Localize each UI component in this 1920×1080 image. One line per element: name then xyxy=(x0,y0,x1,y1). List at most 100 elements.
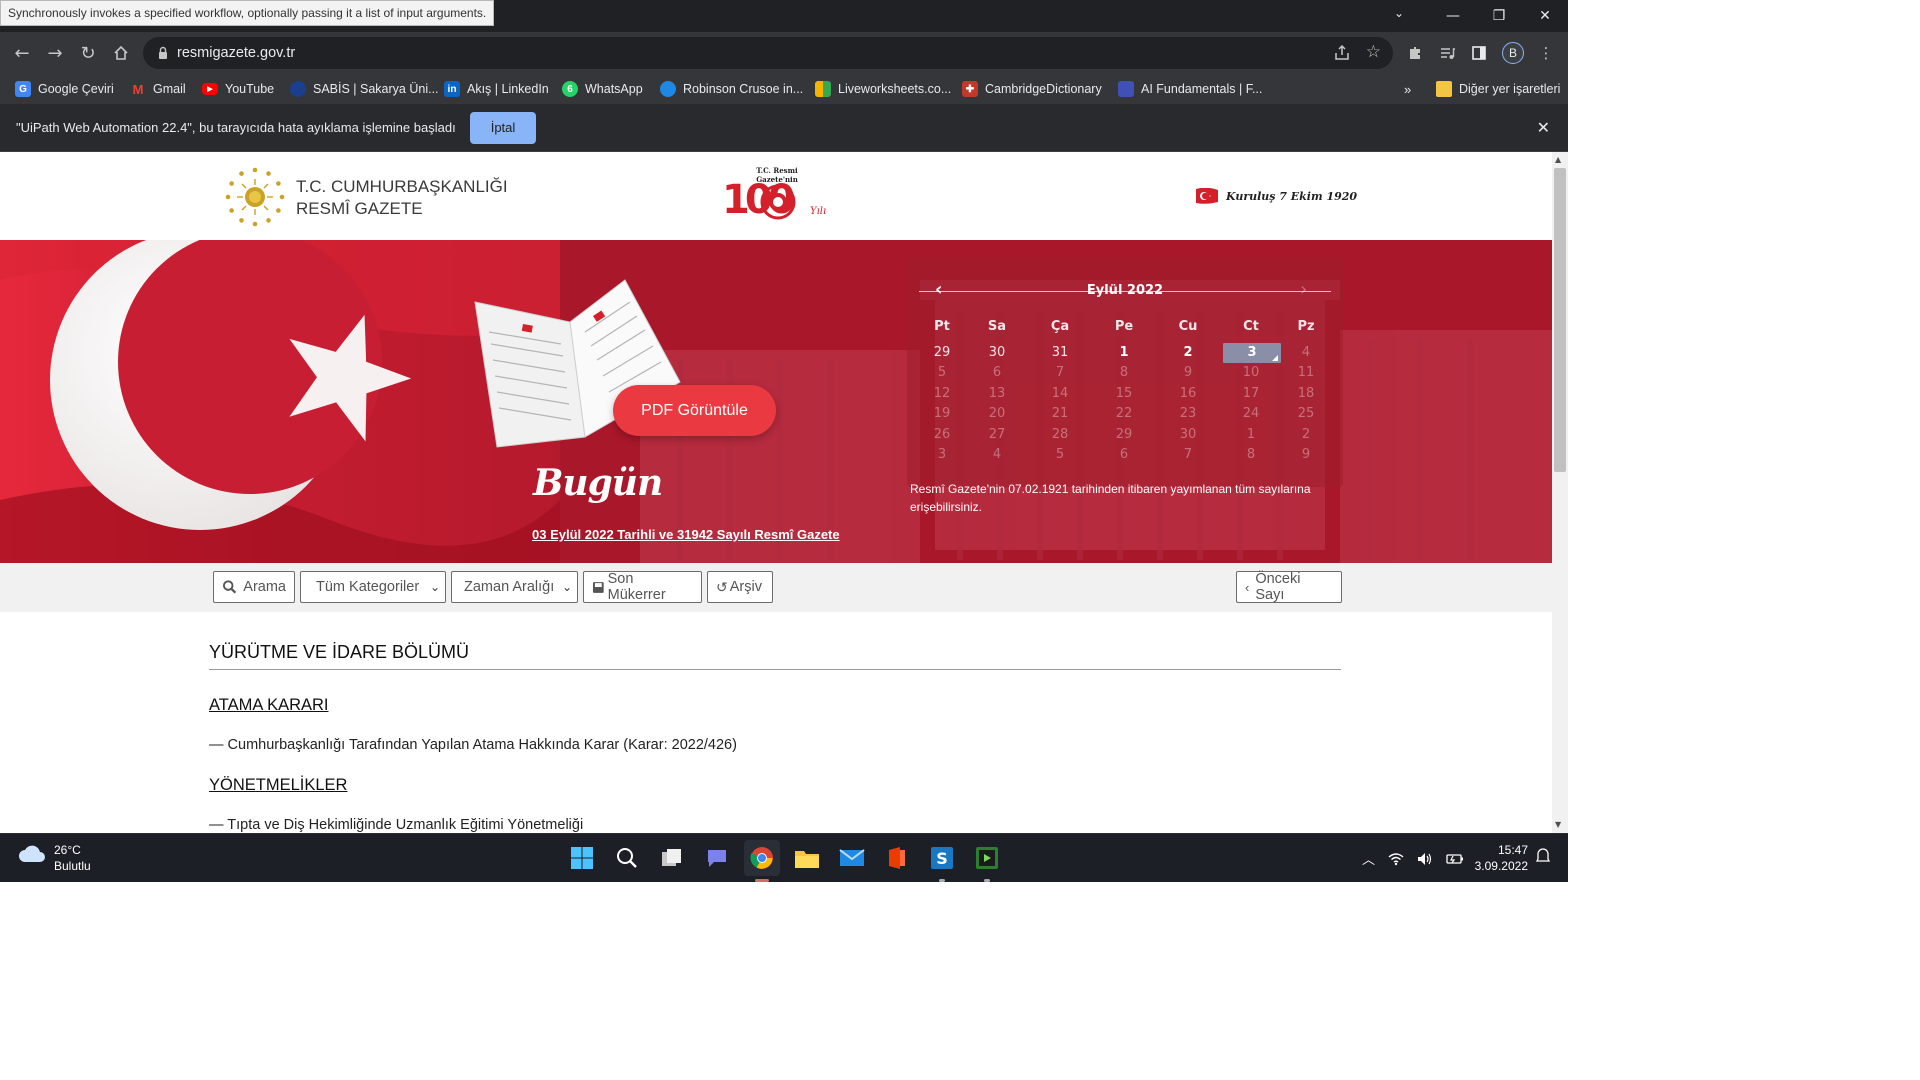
teams-chat-icon[interactable] xyxy=(699,840,735,876)
web-page: T.C. CUMHURBAŞKANLIĞI RESMÎ GAZETE T.C. … xyxy=(0,152,1552,833)
calendar-day: 28 xyxy=(1051,426,1069,442)
uipath-studio-icon[interactable]: S xyxy=(924,840,960,882)
more-bookmarks-button[interactable]: » xyxy=(1404,74,1411,104)
reload-button[interactable]: ↻ xyxy=(77,42,99,64)
extensions-icon[interactable] xyxy=(1406,44,1424,62)
uipath-assistant-icon[interactable] xyxy=(969,840,1005,882)
share-icon[interactable] xyxy=(1333,44,1351,62)
menu-kebab-icon[interactable]: ⋮ xyxy=(1537,44,1555,62)
volume-icon[interactable] xyxy=(1417,852,1433,866)
site-title[interactable]: T.C. CUMHURBAŞKANLIĞI RESMÎ GAZETE xyxy=(296,176,508,220)
calendar-day[interactable]: 30 xyxy=(967,343,1027,363)
subsection-appointment: ATAMA KARARI xyxy=(209,696,329,714)
calendar-day: 19 xyxy=(933,406,951,422)
history-icon: ↺ xyxy=(716,578,728,595)
task-view-icon[interactable] xyxy=(654,840,690,876)
centenary-seal-icon xyxy=(760,184,796,220)
calendar-day: 29 xyxy=(1115,426,1133,442)
system-clock[interactable]: 15:47 3.09.2022 xyxy=(1466,842,1528,874)
address-bar[interactable]: resmigazete.gov.tr ☆ xyxy=(143,37,1393,69)
calendar-day: 30 xyxy=(1179,426,1197,442)
date-range-select[interactable]: Zaman Aralığı ⌄ xyxy=(451,571,578,603)
bookmark-robinson-crusoe[interactable]: Robinson Crusoe in... xyxy=(660,74,803,104)
calendar-day: 18 xyxy=(1297,385,1315,401)
last-repeat-button[interactable]: Son Mükerrer xyxy=(583,571,702,603)
wifi-icon[interactable] xyxy=(1388,852,1404,866)
weather-widget[interactable]: 26°C Bulutlu xyxy=(18,842,91,874)
file-explorer-icon[interactable] xyxy=(789,840,825,876)
media-control-icon[interactable] xyxy=(1438,44,1456,62)
gmail-icon: M xyxy=(132,81,144,97)
forward-button[interactable]: → xyxy=(44,42,66,64)
other-bookmarks-folder[interactable]: Diğer yer işaretleri xyxy=(1436,74,1560,104)
centenary-logo[interactable]: T.C. Resmi Gazete'nin 100 Yılı xyxy=(720,166,832,230)
list-item[interactable]: — Cumhurbaşkanlığı Tarafından Yapılan At… xyxy=(209,737,737,753)
section-divider xyxy=(209,669,1341,670)
calendar-day: 4 xyxy=(992,447,1002,462)
globe-icon xyxy=(660,81,676,97)
calendar-day: 10 xyxy=(1242,365,1260,381)
bookmark-cambridge[interactable]: ✚ CambridgeDictionary xyxy=(962,74,1102,104)
calendar-day: 9 xyxy=(1301,447,1311,462)
close-icon[interactable]: ✕ xyxy=(1537,118,1550,137)
bookmark-youtube[interactable]: ▶ YouTube xyxy=(202,74,274,104)
url-text[interactable]: resmigazete.gov.tr xyxy=(177,37,295,69)
close-window-button[interactable]: ✕ xyxy=(1522,0,1568,32)
chevron-up-icon[interactable]: ︿ xyxy=(1362,849,1375,868)
scroll-up-icon[interactable]: ▲ xyxy=(1555,155,1561,164)
bookmark-liveworksheets[interactable]: Liveworksheets.co... xyxy=(815,74,951,104)
back-button[interactable]: ← xyxy=(11,42,33,64)
category-select[interactable]: Tüm Kategoriler ⌄ xyxy=(300,571,446,603)
battery-icon[interactable] xyxy=(1446,852,1464,866)
presidential-seal-icon[interactable] xyxy=(224,166,286,228)
minimize-button[interactable]: — xyxy=(1430,0,1476,32)
archive-button[interactable]: ↺ Arşiv xyxy=(707,571,773,603)
calendar-next-icon[interactable]: › xyxy=(1300,279,1307,300)
calendar-day-selected[interactable]: 3 xyxy=(1223,343,1281,363)
bookmark-linkedin[interactable]: in Akış | LinkedIn xyxy=(444,74,549,104)
bookmark-ai-fundamentals[interactable]: AI Fundamentals | F... xyxy=(1118,74,1262,104)
calendar-day: 5 xyxy=(1055,447,1065,462)
chevron-down-icon: ⌄ xyxy=(429,580,440,594)
calendar-day: 1 xyxy=(1246,426,1256,442)
pdf-view-button[interactable]: PDF Görüntüle xyxy=(613,385,776,436)
calendar-weekday: Ça xyxy=(1050,319,1070,334)
bookmark-google-ceviri[interactable]: G Google Çeviri xyxy=(15,74,114,104)
calendar-day[interactable]: 2 xyxy=(1158,343,1218,363)
search-button[interactable]: Arama xyxy=(213,571,295,603)
previous-issue-button[interactable]: ‹ Önceki Sayı xyxy=(1236,571,1342,603)
side-panel-icon[interactable] xyxy=(1470,44,1488,62)
bookmark-gmail[interactable]: M Gmail xyxy=(130,74,186,104)
restore-button[interactable]: ❐ xyxy=(1476,0,1522,32)
calendar-day[interactable]: 31 xyxy=(1030,343,1090,363)
mail-icon[interactable] xyxy=(834,840,870,876)
chrome-icon[interactable] xyxy=(744,840,780,882)
calendar-day: 20 xyxy=(988,406,1006,422)
office-icon[interactable] xyxy=(879,840,915,876)
lock-icon[interactable] xyxy=(155,45,171,61)
tab-search-icon[interactable]: ⌄ xyxy=(1394,6,1404,20)
calendar-day[interactable]: 29 xyxy=(912,343,972,363)
scrollbar-thumb[interactable] xyxy=(1554,168,1566,472)
ai-fundamentals-icon xyxy=(1118,81,1134,97)
calendar-day[interactable]: 1 xyxy=(1094,343,1154,363)
scroll-down-icon[interactable]: ▼ xyxy=(1555,820,1561,829)
cancel-debugging-button[interactable]: İptal xyxy=(470,112,536,144)
turkish-flag-icon xyxy=(1196,188,1218,204)
bookmark-star-icon[interactable]: ☆ xyxy=(1366,42,1381,62)
windows-taskbar: 26°C Bulutlu S ︿ 15:47 3.09.2022 xyxy=(0,833,1568,882)
start-menu-icon[interactable] xyxy=(564,840,600,876)
list-item[interactable]: — Tıpta ve Diş Hekimliğinde Uzmanlık Eği… xyxy=(209,817,583,833)
calendar-day: 15 xyxy=(1115,385,1133,401)
home-button[interactable] xyxy=(110,42,132,64)
sabis-icon xyxy=(290,81,306,97)
tooltip: Synchronously invokes a specified workfl… xyxy=(0,0,495,26)
subsection-regulations: YÖNETMELİKLER xyxy=(209,776,348,794)
bookmark-sabis[interactable]: SABİS | Sakarya Üni... xyxy=(290,74,439,104)
notifications-icon[interactable] xyxy=(1535,848,1551,866)
debugging-infobar: "UiPath Web Automation 22.4", bu tarayıc… xyxy=(0,104,1568,152)
profile-avatar[interactable]: B xyxy=(1502,42,1524,64)
bookmark-whatsapp[interactable]: 6 WhatsApp xyxy=(562,74,643,104)
search-icon[interactable] xyxy=(609,840,645,876)
today-issue-link[interactable]: 03 Eylül 2022 Tarihli ve 31942 Sayılı Re… xyxy=(532,527,840,542)
